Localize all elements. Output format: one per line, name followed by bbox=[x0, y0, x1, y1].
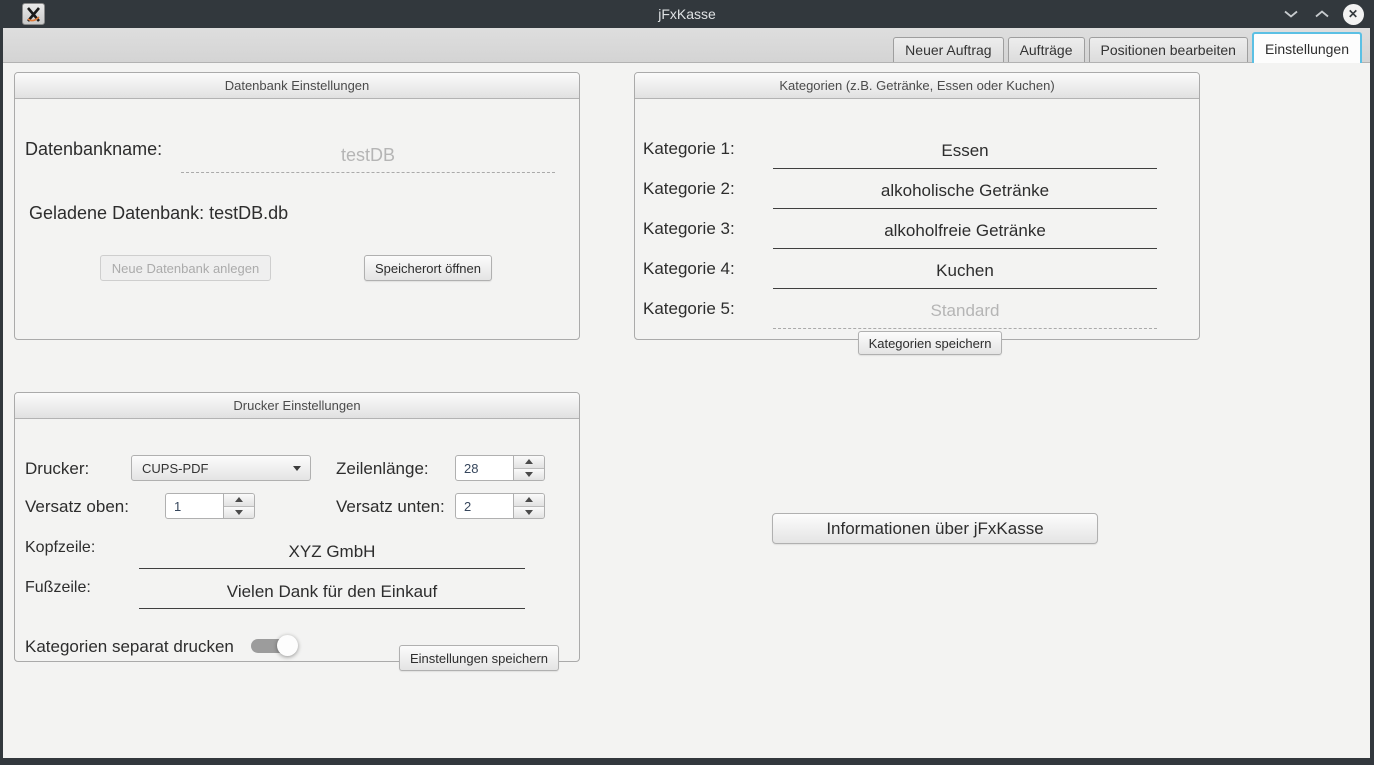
tab-label: Positionen bearbeiten bbox=[1101, 42, 1236, 58]
category-4-label: Kategorie 4: bbox=[643, 259, 735, 279]
maximize-chevron-up-icon[interactable] bbox=[1311, 3, 1333, 25]
database-name-input[interactable] bbox=[181, 139, 555, 173]
triangle-up-icon bbox=[525, 497, 533, 502]
offset-top-label: Versatz oben: bbox=[25, 497, 129, 517]
receipt-header-label: Kopfzeile: bbox=[25, 539, 95, 557]
printer-settings-panel: Drucker Einstellungen Drucker: CUPS-PDF … bbox=[14, 392, 580, 662]
spinner-up-button[interactable] bbox=[514, 456, 544, 469]
database-settings-panel: Datenbank Einstellungen Datenbankname: G… bbox=[14, 72, 580, 340]
triangle-down-icon bbox=[525, 510, 533, 515]
offset-bottom-label: Versatz unten: bbox=[336, 497, 445, 517]
toggle-knob bbox=[277, 635, 298, 656]
close-x-icon: ✕ bbox=[1343, 4, 1364, 25]
categories-panel-title: Kategorien (z.B. Getränke, Essen oder Ku… bbox=[635, 73, 1199, 99]
receipt-footer-label: Fußzeile: bbox=[25, 579, 91, 597]
category-3-input[interactable] bbox=[773, 213, 1157, 249]
printer-label: Drucker: bbox=[25, 459, 89, 479]
tab-einstellungen[interactable]: Einstellungen bbox=[1252, 32, 1362, 63]
offset-top-spinner bbox=[165, 493, 255, 519]
spinner-up-button[interactable] bbox=[514, 494, 544, 507]
category-5-input[interactable] bbox=[773, 293, 1157, 329]
new-database-button[interactable]: Neue Datenbank anlegen bbox=[100, 255, 271, 281]
receipt-footer-input[interactable] bbox=[139, 575, 525, 609]
spinner-down-button[interactable] bbox=[514, 469, 544, 481]
category-1-label: Kategorie 1: bbox=[643, 139, 735, 159]
categories-panel-body: Kategorie 1: Kategorie 2: Kategorie 3: K… bbox=[635, 99, 1199, 339]
printer-panel-body: Drucker: CUPS-PDF Zeilenlänge: Versatz o… bbox=[15, 419, 579, 661]
window-title: jFxKasse bbox=[0, 6, 1374, 22]
tab-label: Aufträge bbox=[1020, 42, 1073, 58]
tab-label: Einstellungen bbox=[1265, 41, 1349, 57]
category-3-label: Kategorie 3: bbox=[643, 219, 735, 239]
line-length-label: Zeilenlänge: bbox=[336, 459, 429, 479]
category-1-input[interactable] bbox=[773, 133, 1157, 169]
triangle-up-icon bbox=[235, 497, 243, 502]
tab-auftraege[interactable]: Aufträge bbox=[1008, 37, 1085, 62]
offset-bottom-input[interactable] bbox=[455, 493, 514, 519]
database-panel-body: Datenbankname: Geladene Datenbank: testD… bbox=[15, 99, 579, 339]
triangle-up-icon bbox=[525, 459, 533, 464]
app-logo-icon bbox=[22, 3, 45, 25]
triangle-down-icon bbox=[525, 472, 533, 477]
category-2-input[interactable] bbox=[773, 173, 1157, 209]
line-length-spinner bbox=[455, 455, 545, 481]
spinner-buttons bbox=[514, 493, 545, 519]
offset-top-input[interactable] bbox=[165, 493, 224, 519]
separate-print-toggle[interactable] bbox=[251, 635, 298, 657]
spinner-down-button[interactable] bbox=[514, 507, 544, 519]
application-window: jFxKasse ✕ Neuer Auftrag Aufträge Positi… bbox=[0, 0, 1374, 765]
save-categories-button[interactable]: Kategorien speichern bbox=[858, 331, 1002, 355]
spinner-buttons bbox=[514, 455, 545, 481]
line-length-input[interactable] bbox=[455, 455, 514, 481]
tab-neuer-auftrag[interactable]: Neuer Auftrag bbox=[893, 37, 1003, 62]
tab-positionen-bearbeiten[interactable]: Positionen bearbeiten bbox=[1089, 37, 1248, 62]
printer-combobox[interactable]: CUPS-PDF bbox=[131, 455, 311, 481]
categories-panel: Kategorien (z.B. Getränke, Essen oder Ku… bbox=[634, 72, 1200, 340]
close-button[interactable]: ✕ bbox=[1342, 3, 1364, 25]
offset-bottom-spinner bbox=[455, 493, 545, 519]
category-2-label: Kategorie 2: bbox=[643, 179, 735, 199]
save-settings-button[interactable]: Einstellungen speichern bbox=[399, 645, 559, 671]
category-4-input[interactable] bbox=[773, 253, 1157, 289]
database-panel-title: Datenbank Einstellungen bbox=[15, 73, 579, 99]
settings-page: Datenbank Einstellungen Datenbankname: G… bbox=[3, 63, 1370, 758]
tab-label: Neuer Auftrag bbox=[905, 42, 991, 58]
info-about-button[interactable]: Informationen über jFxKasse bbox=[772, 513, 1098, 544]
triangle-down-icon bbox=[235, 510, 243, 515]
window-controls: ✕ bbox=[1280, 0, 1364, 28]
database-name-label: Datenbankname: bbox=[25, 139, 162, 160]
tab-bar: Neuer Auftrag Aufträge Positionen bearbe… bbox=[3, 28, 1370, 63]
separate-print-label: Kategorien separat drucken bbox=[25, 637, 234, 657]
combo-arrow-down-icon bbox=[293, 466, 301, 471]
title-bar: jFxKasse ✕ bbox=[0, 0, 1374, 28]
printer-combobox-value: CUPS-PDF bbox=[142, 461, 208, 476]
open-location-button[interactable]: Speicherort öffnen bbox=[364, 255, 492, 281]
spinner-up-button[interactable] bbox=[224, 494, 254, 507]
category-5-label: Kategorie 5: bbox=[643, 299, 735, 319]
spinner-down-button[interactable] bbox=[224, 507, 254, 519]
loaded-database-label: Geladene Datenbank: testDB.db bbox=[29, 203, 288, 224]
minimize-chevron-down-icon[interactable] bbox=[1280, 3, 1302, 25]
receipt-header-input[interactable] bbox=[139, 535, 525, 569]
printer-panel-title: Drucker Einstellungen bbox=[15, 393, 579, 419]
spinner-buttons bbox=[224, 493, 255, 519]
